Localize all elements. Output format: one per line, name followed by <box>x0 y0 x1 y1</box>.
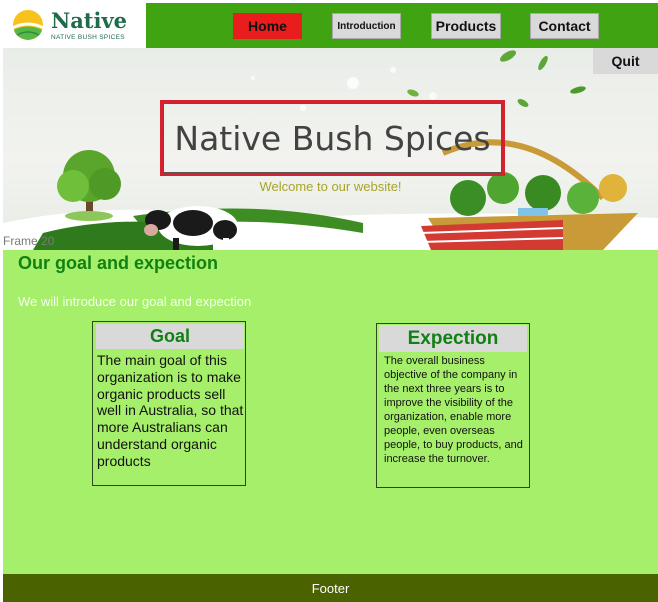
section-heading: Our goal and expection <box>18 253 219 273</box>
nav-products-button[interactable]: Products <box>431 13 501 39</box>
goal-card-body: The main goal of this organization is to… <box>97 352 244 469</box>
nav-home-button[interactable]: Home <box>233 13 302 39</box>
nav-contact-button[interactable]: Contact <box>530 13 599 39</box>
brand-name: Native <box>51 8 128 33</box>
hero-title: Native Bush Spices <box>174 118 491 158</box>
section-subheading: We will introduce our goal and expection <box>18 294 252 309</box>
brand-tagline: NATIVE BUSH SPICES <box>51 34 125 41</box>
frame-label: Frame 20 <box>3 234 55 248</box>
nav-introduction-button[interactable]: Introduction <box>332 13 401 39</box>
goal-card-title: Goal <box>96 324 244 349</box>
sun-field-logo-icon <box>13 10 43 40</box>
goal-card: Goal The main goal of this organization … <box>92 321 246 486</box>
logo[interactable]: Native NATIVE BUSH SPICES <box>3 3 146 48</box>
site-header: Native NATIVE BUSH SPICES Home Introduct… <box>3 3 658 48</box>
footer-label: Footer <box>311 580 350 596</box>
hero-banner: Quit Native Bush Spices Welcome to our w… <box>3 48 658 250</box>
site-footer: Footer <box>3 574 658 602</box>
expection-card-body: The overall business objective of the co… <box>384 355 523 465</box>
hero-subtitle: Welcome to our website! <box>259 179 402 194</box>
page-frame: Native NATIVE BUSH SPICES Home Introduct… <box>3 3 658 602</box>
expection-card: Expection The overall business objective… <box>376 323 530 488</box>
expection-card-title: Expection <box>379 325 527 352</box>
hero-title-box: Native Bush Spices <box>160 100 505 176</box>
quit-button[interactable]: Quit <box>593 48 658 74</box>
